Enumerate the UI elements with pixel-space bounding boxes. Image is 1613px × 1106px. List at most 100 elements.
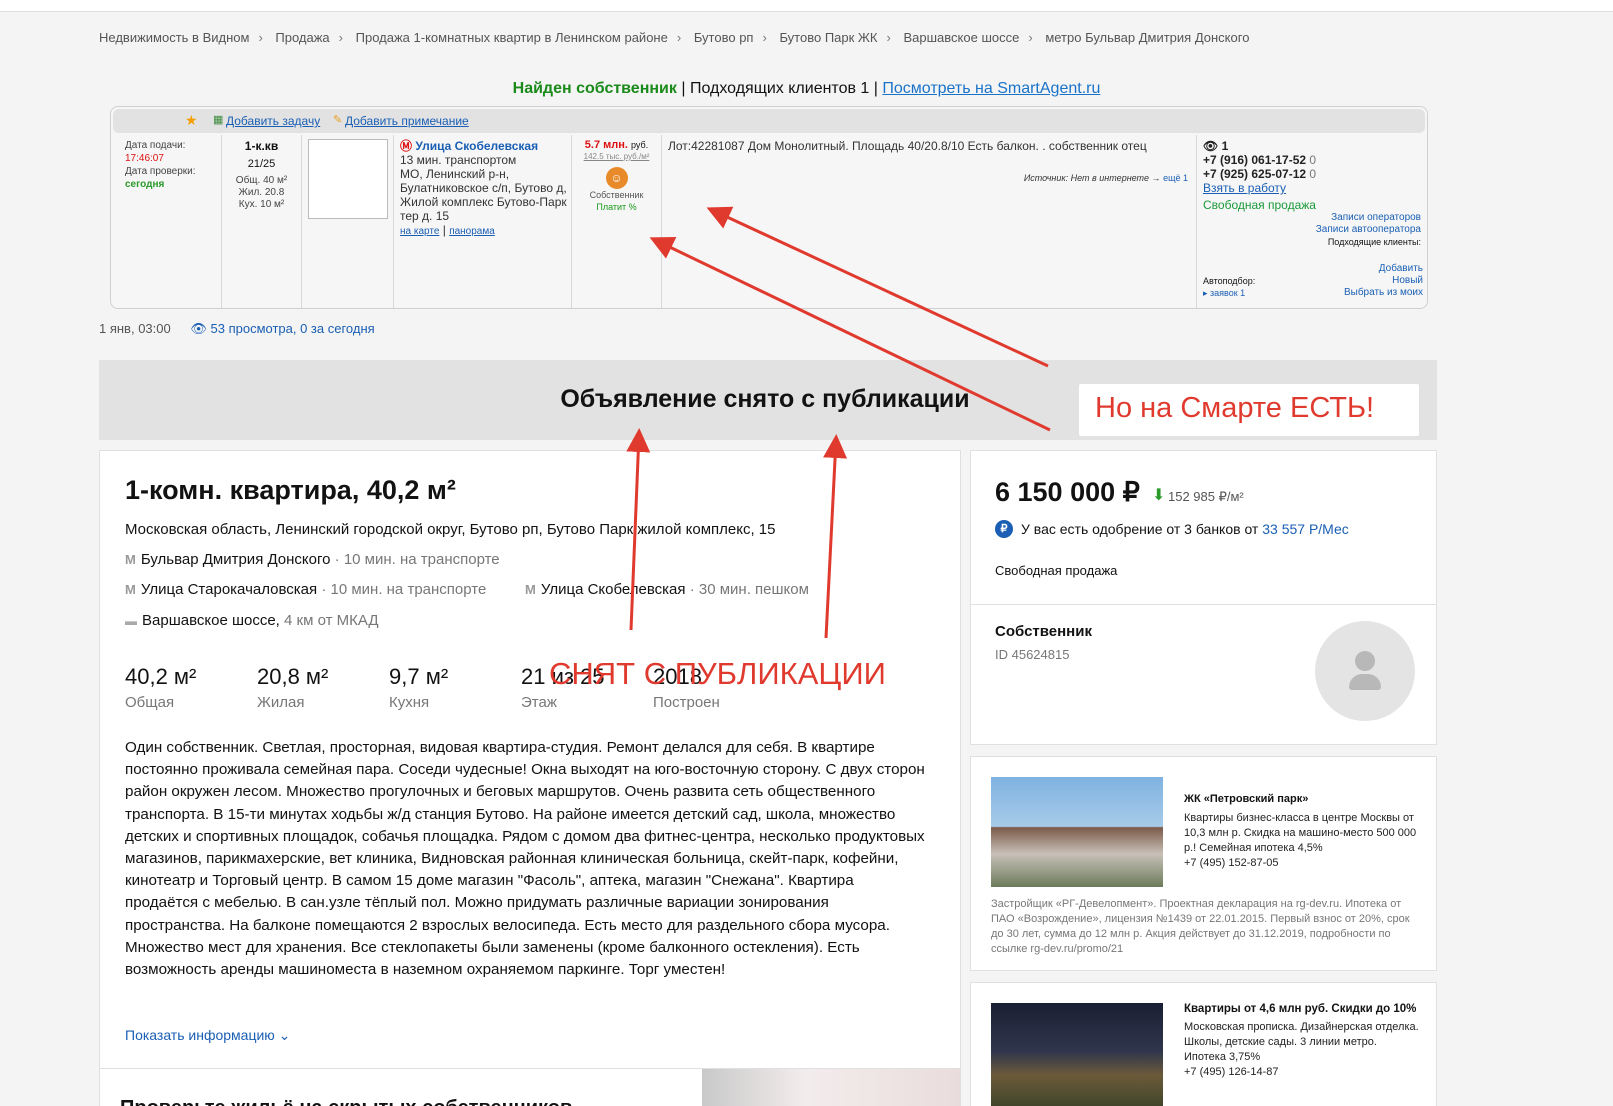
operator-records-link[interactable]: Записи операторов [1203, 212, 1421, 224]
ad-phone[interactable]: +7 (495) 126-14-87 [1184, 1065, 1419, 1080]
metro-time: · 10 мин. на транспорте [334, 551, 500, 568]
breadcrumb-item[interactable]: Недвижимость в Видном [99, 30, 249, 45]
source-more-link[interactable]: ещё 1 [1163, 173, 1188, 183]
source-label: Источник: Нет в интернете → [1023, 173, 1161, 183]
metro-icon: M [125, 582, 136, 597]
transport-time: 13 мин. транспортом [400, 153, 517, 167]
listing-thumbnail[interactable] [308, 139, 388, 219]
sale-type: Свободная продажа [995, 563, 1118, 578]
ad-legal: Застройщик «РГ-Девелопмент». Проектная д… [991, 898, 1410, 955]
date-value: 17:46:07 [125, 153, 164, 164]
metro-link[interactable]: Бульвар Дмитрия Донского [141, 551, 331, 568]
metro-time: · 10 мин. на транспорте [321, 581, 487, 598]
owner-icon: ☺ [605, 167, 628, 189]
price-down-icon: ⬇ [1152, 487, 1166, 504]
metro-station[interactable]: Улица Скобелевская [415, 139, 538, 153]
ad-title[interactable]: Квартиры от 4,6 млн руб. Скидки до 10% [1184, 1003, 1416, 1015]
breadcrumb-item[interactable]: Бутово рп [694, 30, 754, 45]
check-owners-card: Проверьте жильё на скрытых собственников [99, 1068, 961, 1106]
ad-card[interactable]: Квартиры от 4,6 млн руб. Скидки до 10% М… [970, 982, 1437, 1106]
breadcrumb-item[interactable]: Продажа [275, 30, 329, 45]
ad-image[interactable] [991, 777, 1163, 887]
ad-card[interactable]: ЖК «Петровский парк» Квартиры бизнес-кла… [970, 756, 1437, 971]
road-link[interactable]: Варшавское шоссе, [142, 612, 280, 629]
autopick-label: Автоподбор: [1203, 276, 1256, 286]
metro-time: · 30 мин. пешком [689, 581, 809, 598]
road-row: ▬ Варшавское шоссе, 4 км от МКАД [125, 612, 379, 629]
contacts-column: 👁 1 +7 (916) 061-17-52 0 +7 (925) 625-07… [1197, 135, 1427, 308]
phone-2[interactable]: +7 (925) 625-07-12 [1203, 167, 1306, 181]
ad-text: Московская прописка. Дизайнерская отделк… [1184, 1021, 1419, 1063]
breadcrumb-item[interactable]: Бутово Парк ЖК [779, 30, 877, 45]
add-task-link[interactable]: Добавить задачу [226, 114, 320, 128]
smartagent-link[interactable]: Посмотреть на SmartAgent.ru [882, 80, 1100, 97]
take-to-work-link[interactable]: Взять в работу [1203, 181, 1286, 195]
pencil-icon: ✎ [333, 114, 343, 126]
stat-total: 40,2 м² Общая [125, 664, 255, 711]
breadcrumb-item[interactable]: Варшавское шоссе [903, 30, 1019, 45]
phone-1-count: 0 [1309, 153, 1317, 167]
top-bar [0, 0, 1613, 12]
sa-price-unit: руб. [631, 140, 649, 150]
stat-value: 20,8 м² [257, 664, 329, 689]
new-client-link[interactable]: Новый [1392, 275, 1423, 287]
map-link[interactable]: на карте [400, 226, 439, 237]
show-more-link[interactable]: Показать информацию ⌄ [125, 1027, 290, 1044]
check-owners-title: Проверьте жильё на скрытых собственников [120, 1097, 572, 1106]
mortgage-text: У вас есть одобрение от 3 банков от [1021, 521, 1259, 537]
params-column: 1-к.кв 21/25 Общ. 40 м² Жил. 20.8 Кух. 1… [222, 135, 302, 308]
sa-owner-label: Собственник [589, 190, 644, 200]
sa-price: 5.7 млн. [584, 139, 628, 151]
star-icon[interactable]: ★ [185, 112, 198, 129]
ad-title[interactable]: ЖК «Петровский парк» [1184, 793, 1308, 805]
add-note-link[interactable]: Добавить примечание [345, 114, 469, 128]
stat-label: Построен [653, 694, 720, 711]
price-per-meter: 152 985 ₽/м² [1168, 489, 1244, 504]
mortgage-link[interactable]: 33 557 Р/Мес [1262, 521, 1349, 537]
mortgage-icon: ₽ [995, 520, 1013, 538]
sa-price-per-meter: 142.5 тыс. руб./м² [583, 152, 650, 161]
description-column: Лот:42281087 Дом Монолитный. Площадь 40/… [662, 135, 1197, 308]
eye-icon: 👁 [190, 321, 207, 336]
publish-date: 1 янв, 03:00 [99, 321, 171, 336]
annotation-callout: Но на Смарте ЕСТЬ! [1079, 384, 1419, 436]
smartagent-panel: ★ ▦ Добавить задачу ✎ Добавить примечани… [110, 106, 1428, 309]
user-icon [1355, 651, 1375, 671]
sa-views: 1 [1221, 139, 1229, 153]
choose-mine-link[interactable]: Выбрать из моих [1344, 287, 1423, 299]
sa-free-sale: Свободная продажа [1203, 198, 1316, 212]
phone-1[interactable]: +7 (916) 061-17-52 [1203, 153, 1306, 167]
ad-image[interactable] [991, 1003, 1163, 1106]
phone-2-count: 0 [1309, 167, 1317, 181]
metro-icon: M [525, 582, 536, 597]
stat-label: Общая [125, 694, 175, 711]
listing-address[interactable]: Московская область, Ленинский городской … [125, 521, 775, 538]
price-box: 6 150 000 ₽ ⬇ 152 985 ₽/м² ₽ У вас есть … [970, 450, 1437, 605]
panorama-link[interactable]: панорама [449, 226, 495, 237]
metro-link[interactable]: Улица Старокачаловская [141, 581, 317, 598]
autooperator-records-link[interactable]: Записи автооператора [1203, 224, 1421, 236]
dates-column: Дата подачи: 17:46:07 Дата проверки: сег… [111, 135, 222, 308]
avatar [1315, 621, 1415, 721]
area-total: Общ. 40 м² [235, 175, 288, 186]
requests-link[interactable]: заявок 1 [1210, 288, 1245, 298]
owner-label: Собственник [995, 623, 1092, 640]
mortgage-row: У вас есть одобрение от 3 банков от 33 5… [1021, 521, 1349, 537]
owner-box: Собственник ID 45624815 [970, 605, 1437, 745]
metro-icon: M [125, 552, 136, 567]
calendar-icon: ▦ [213, 114, 224, 126]
breadcrumb-item[interactable]: Продажа 1-комнатных квартир в Ленинском … [356, 30, 668, 45]
smartagent-header: Найден собственник | Подходящих клиентов… [512, 80, 1101, 97]
views-count[interactable]: 53 просмотра, 0 за сегодня [211, 321, 375, 336]
address-column: Ⓜ Улица Скобелевская 13 мин. транспортом… [394, 135, 572, 308]
date-label: Дата подачи: [125, 140, 186, 151]
add-client-link[interactable]: Добавить [1379, 263, 1423, 275]
ad-phone[interactable]: +7 (495) 152-87-05 [1184, 856, 1419, 871]
listing-meta: 1 янв, 03:00 👁 53 просмотра, 0 за сегодн… [99, 321, 375, 337]
autopick-block: Добавить Автоподбор: Новый ▸ заявок 1 Выбр… [1203, 263, 1423, 299]
matching-clients-label: Подходящих клиентов 1 [689, 80, 870, 97]
metro-link[interactable]: Улица Скобелевская [541, 581, 686, 598]
user-icon-body [1349, 674, 1381, 690]
breadcrumb-item[interactable]: метро Бульвар Дмитрия Донского [1045, 30, 1249, 45]
owner-found-label: Найден собственник [512, 80, 677, 97]
